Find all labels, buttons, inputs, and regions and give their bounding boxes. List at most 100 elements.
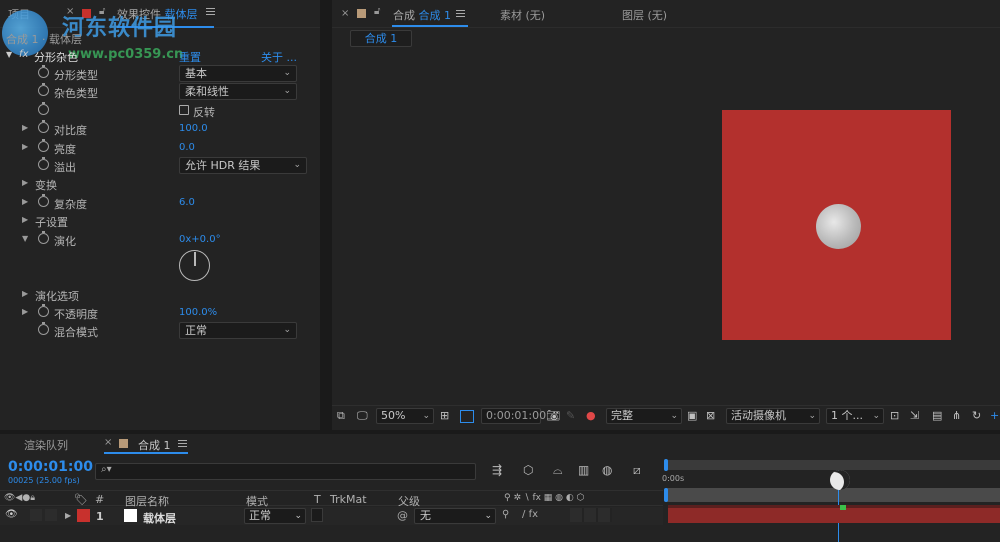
frame-count: 00025 (25.00 fps) <box>8 476 80 485</box>
comp-mini-flowchart-icon[interactable]: ⇶ <box>492 463 502 477</box>
layer-duration-bar[interactable] <box>668 508 1000 523</box>
motion-blur-icon[interactable]: ◍ <box>602 463 612 477</box>
keyframe-marker[interactable] <box>840 505 846 510</box>
layer-label-color[interactable] <box>77 509 90 522</box>
about-link[interactable]: 关于 ... <box>261 49 297 65</box>
work-area-left-handle[interactable] <box>664 488 668 502</box>
camera-snapshot-icon[interactable]: 📷︎ <box>546 407 560 425</box>
stopwatch-icon[interactable] <box>38 231 49 244</box>
time-ruler[interactable] <box>664 460 1000 470</box>
expand-triangle-icon[interactable]: ▶ <box>22 197 28 206</box>
stopwatch-icon[interactable] <box>38 304 49 317</box>
expand-triangle-icon[interactable]: ▶ <box>22 178 28 187</box>
fx-toggle-icon[interactable]: fx <box>19 49 28 60</box>
lock-icon[interactable]: 🔓︎ <box>374 6 380 17</box>
expand-triangle-icon[interactable]: ▶ <box>22 307 28 316</box>
tab-footage[interactable]: 素材 (无) <box>500 7 545 23</box>
comp-subtab[interactable]: 合成 1 <box>350 30 412 47</box>
prop-sub-settings[interactable]: ▶ 子设置 <box>0 212 318 230</box>
invert-checkbox[interactable] <box>179 105 189 115</box>
panel-menu-icon[interactable] <box>206 8 215 15</box>
layer-search-input[interactable]: ⌕▾ <box>95 463 476 480</box>
show-snapshot-icon[interactable]: ✎ <box>566 407 575 425</box>
blending-mode-dropdown[interactable]: 正常 ⌄ <box>179 322 297 339</box>
solo-box[interactable] <box>30 509 42 521</box>
stopwatch-icon[interactable] <box>38 83 49 96</box>
noise-type-dropdown[interactable]: 柔和线性 ⌄ <box>179 83 297 100</box>
always-preview-icon[interactable]: ⧉ <box>337 407 345 425</box>
panel-divider[interactable] <box>320 0 332 430</box>
views-dropdown[interactable]: 1 个... ⌄ <box>826 408 884 424</box>
chevron-down-icon: ⌄ <box>422 411 430 421</box>
stopwatch-icon[interactable] <box>38 194 49 207</box>
stopwatch-icon[interactable] <box>38 322 49 335</box>
contrast-value[interactable]: 100.0 <box>179 123 208 134</box>
brightness-value[interactable]: 0.0 <box>179 142 195 153</box>
expand-triangle-icon[interactable]: ▶ <box>22 289 28 298</box>
region-of-interest-icon[interactable] <box>460 410 474 423</box>
camera-dropdown[interactable]: 活动摄像机 ⌄ <box>726 408 820 424</box>
transparency-grid-icon[interactable]: ⊠ <box>706 407 715 425</box>
parent-dropdown[interactable]: 无 ⌄ <box>414 508 496 524</box>
zoom-dropdown[interactable]: 50% ⌄ <box>376 408 434 424</box>
stopwatch-icon[interactable] <box>38 157 49 170</box>
preserve-transparency-box[interactable] <box>311 508 323 522</box>
stopwatch-icon[interactable] <box>38 120 49 133</box>
layer-name[interactable]: 载体层 <box>143 510 176 526</box>
tab-composition[interactable]: 合成 合成 1 <box>393 7 451 23</box>
layer-switch-boxes[interactable] <box>570 508 612 522</box>
work-area-bar[interactable] <box>666 488 1000 502</box>
fractal-type-dropdown[interactable]: 基本 ⌄ <box>179 65 297 82</box>
flowchart-icon[interactable]: ⋔ <box>952 407 961 425</box>
export-frame-icon[interactable]: ⇲ <box>910 407 919 425</box>
timecode-display[interactable]: 0:00:01:00 <box>481 408 546 424</box>
close-icon[interactable]: × <box>104 437 112 448</box>
layer-expand-icon[interactable]: ▶ <box>65 511 71 520</box>
work-area-start-handle[interactable] <box>664 459 668 471</box>
expand-triangle-icon[interactable]: ▼ <box>6 50 12 59</box>
draft-3d-icon[interactable]: ⬡ <box>523 463 533 477</box>
tab-comp-name: 合成 1 <box>418 9 452 22</box>
layer-mode-dropdown[interactable]: 正常 ⌄ <box>244 508 306 524</box>
current-timecode[interactable]: 0:00:01:00 <box>8 459 93 475</box>
close-icon[interactable]: × <box>341 8 349 19</box>
pickwhip-icon[interactable]: @ <box>397 509 408 522</box>
visibility-eye-icon[interactable]: 👁︎ <box>5 509 18 520</box>
target-region-icon[interactable]: ▣ <box>687 407 697 425</box>
tab-layer[interactable]: 图层 (无) <box>622 7 667 23</box>
stopwatch-icon[interactable] <box>38 102 49 115</box>
prop-evolution-options[interactable]: ▶ 演化选项 <box>0 286 318 304</box>
monitor-icon[interactable]: 🖵︎ <box>357 407 368 425</box>
evolution-angle-dial[interactable] <box>179 250 210 281</box>
graph-editor-icon[interactable]: ⧄ <box>633 463 641 478</box>
exposure-plus-icon[interactable]: + <box>990 407 999 425</box>
grid-icon[interactable]: ⊞ <box>440 407 449 425</box>
collapse-triangle-icon[interactable]: ▼ <box>22 234 28 243</box>
stopwatch-icon[interactable] <box>38 65 49 78</box>
stopwatch-icon[interactable] <box>38 139 49 152</box>
tab-render-queue[interactable]: 渲染队列 <box>24 437 68 453</box>
frame-blending-icon[interactable]: ▥ <box>578 463 589 477</box>
lock-box[interactable] <box>45 509 57 521</box>
expand-triangle-icon[interactable]: ▶ <box>22 123 28 132</box>
tab-timeline-comp[interactable]: 合成 1 <box>138 437 171 453</box>
evolution-value[interactable]: 0x+0.0° <box>179 234 221 245</box>
complexity-value[interactable]: 6.0 <box>179 197 195 208</box>
expand-triangle-icon[interactable]: ▶ <box>22 215 28 224</box>
overflow-dropdown[interactable]: 允许 HDR 结果 ⌄ <box>179 157 307 174</box>
panel-menu-icon[interactable] <box>178 440 187 447</box>
layer-switches[interactable]: ⚲ / fx <box>502 509 538 520</box>
shy-layers-icon[interactable]: ⌓ <box>553 463 563 478</box>
3d-draft-icon[interactable]: ▤ <box>932 407 942 425</box>
resolution-dropdown[interactable]: 完整 ⌄ <box>606 408 682 424</box>
reset-exposure-icon[interactable]: ↻ <box>972 407 981 425</box>
prop-evolution: ▼ 演化 0x+0.0° <box>0 231 318 249</box>
opacity-value[interactable]: 100.0% <box>179 307 217 318</box>
color-channels-icon[interactable]: ● <box>586 407 596 425</box>
panel-menu-icon[interactable] <box>456 10 465 17</box>
effect-header-row[interactable]: ▼ fx 分形杂色 重置 关于 ... <box>0 47 318 65</box>
toggle-pixel-icon[interactable]: ⊡ <box>890 407 899 425</box>
expand-triangle-icon[interactable]: ▶ <box>22 142 28 151</box>
reset-link[interactable]: 重置 <box>179 49 201 65</box>
prop-transform[interactable]: ▶ 变换 <box>0 175 318 193</box>
